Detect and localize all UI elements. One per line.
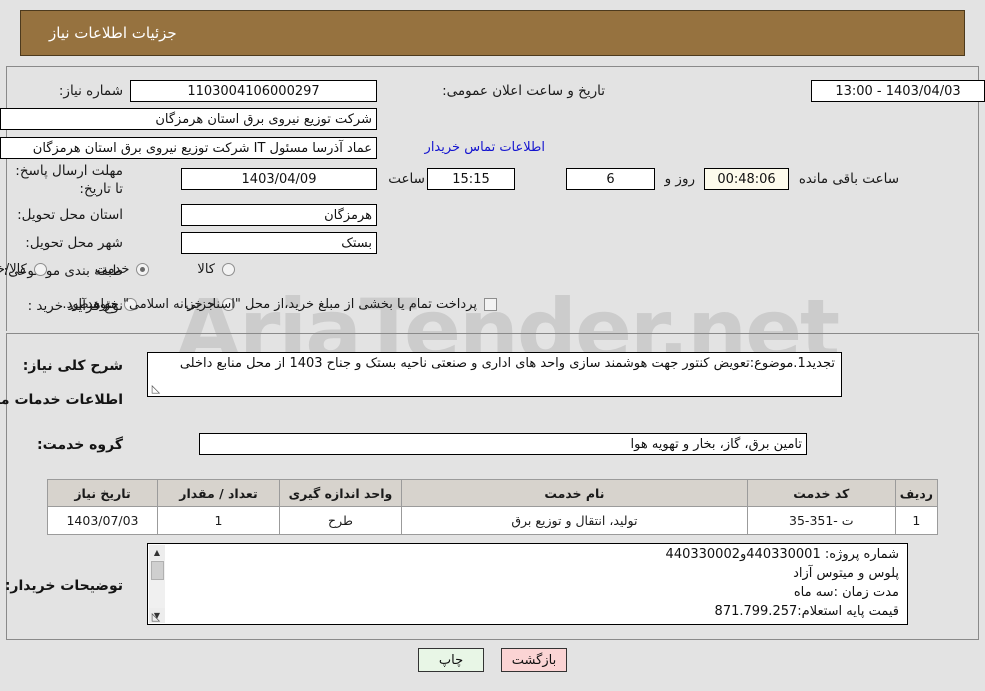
- cell-quantity: 1: [157, 506, 280, 535]
- radio-category-khedmat[interactable]: خدمت: [95, 262, 150, 277]
- table-header-row: ردیف کد خدمت نام خدمت واحد اندازه گیری ت…: [47, 479, 939, 507]
- city-label: شهر محل تحویل:: [25, 235, 123, 251]
- radio-label: خدمت: [94, 262, 130, 277]
- page-root: AriaTender.net جزئیات اطلاعات نیاز شماره…: [0, 0, 985, 691]
- back-button[interactable]: بازگشت: [501, 648, 567, 672]
- deadline-time-value: 15:15: [427, 168, 515, 190]
- checkbox-treasury-docs[interactable]: پرداخت تمام یا بخشی از مبلغ خرید،از محل …: [62, 297, 497, 312]
- cell-code: ت -351-35: [746, 506, 896, 535]
- table-row: 1 ت -351-35 تولید، انتقال و توزیع برق طر…: [47, 506, 939, 535]
- info-panel-frame: [6, 66, 979, 331]
- th-quantity: تعداد / مقدار: [157, 479, 280, 507]
- buyer-notes-box[interactable]: ▲ ▼ شماره پروژه: 440330001و440330002 پلو…: [147, 543, 908, 625]
- city-value: بستک: [181, 232, 377, 254]
- days-label: روز و: [664, 171, 695, 187]
- cell-unit: طرح: [279, 506, 402, 535]
- radio-label: کالا/خدمت: [0, 262, 27, 277]
- deadline-date-value: 1403/04/09: [181, 168, 377, 190]
- th-row: ردیف: [894, 479, 939, 507]
- resize-grip-icon[interactable]: ◺: [150, 611, 162, 623]
- remaining-days-value: 6: [566, 168, 655, 190]
- buyer-notes-line-3: مدت زمان :سه ماه: [793, 584, 899, 600]
- service-group-label: گروه خدمت:: [37, 437, 123, 453]
- page-title: جزئیات اطلاعات نیاز: [20, 10, 965, 56]
- radio-icon-selected[interactable]: [136, 263, 150, 276]
- buyer-notes-label: توضیحات خریدار:: [4, 578, 123, 594]
- buyer-notes-line-2: پلوس و میتوس آزاد: [793, 565, 899, 581]
- checkbox-label: پرداخت تمام یا بخشی از مبلغ خرید،از محل …: [62, 297, 477, 312]
- radio-category-kala[interactable]: کالا: [197, 262, 235, 277]
- button-bar: بازگشت چاپ: [0, 648, 985, 672]
- th-unit: واحد اندازه گیری: [279, 479, 402, 507]
- hour-label: ساعت: [388, 171, 425, 187]
- buyer-notes-line-1: شماره پروژه: 440330001و440330002: [665, 547, 899, 562]
- scrollbar-thumb[interactable]: [150, 561, 164, 580]
- checkbox-icon[interactable]: [484, 298, 497, 311]
- public-announce-value: 1403/04/03 - 13:00: [811, 80, 985, 102]
- countdown-label: ساعت باقی مانده: [798, 171, 899, 187]
- th-date: تاریخ نیاز: [47, 479, 158, 507]
- cell-name: تولید، انتقال و توزیع برق: [401, 506, 748, 535]
- creator-value: عماد آذرسا مسئول IT شرکت توزیع نیروی برق…: [0, 137, 377, 159]
- buyer-org-value: شرکت توزیع نیروی برق استان هرمزگان: [0, 108, 377, 130]
- services-section-heading: اطلاعات خدمات مورد نیاز: [0, 392, 123, 408]
- th-name: نام خدمت: [401, 479, 748, 507]
- buyer-contact-link[interactable]: اطلاعات تماس خریدار: [425, 140, 545, 155]
- cell-date: 1403/07/03: [47, 506, 158, 535]
- services-table: ردیف کد خدمت نام خدمت واحد اندازه گیری ت…: [47, 479, 939, 535]
- general-description-box[interactable]: تجدید1.موضوع:تعویض کنتور جهت هوشمند سازی…: [147, 352, 842, 397]
- print-button[interactable]: چاپ: [418, 648, 484, 672]
- page-title-text: جزئیات اطلاعات نیاز: [49, 24, 177, 42]
- deadline-label: مهلت ارسال پاسخ: تا تاریخ:: [15, 163, 123, 198]
- radio-icon[interactable]: [33, 263, 47, 276]
- service-group-value: تامین برق، گاز، بخار و تهویه هوا: [199, 433, 807, 455]
- radio-label: کالا: [197, 262, 215, 277]
- radio-category-kala-khedmat[interactable]: کالا/خدمت: [0, 262, 47, 277]
- th-code: کد خدمت: [746, 479, 896, 507]
- general-description-text: تجدید1.موضوع:تعویض کنتور جهت هوشمند سازی…: [179, 356, 835, 371]
- province-label: استان محل تحویل:: [17, 207, 123, 223]
- resize-grip-icon[interactable]: ◺: [150, 383, 162, 395]
- countdown-value: 00:48:06: [704, 168, 789, 190]
- province-value: هرمزگان: [181, 204, 377, 226]
- buyer-notes-line-4: قیمت پایه استعلام:871.799.257: [714, 603, 899, 619]
- scroll-up-icon[interactable]: ▲: [149, 545, 165, 560]
- radio-icon[interactable]: [222, 263, 235, 276]
- general-description-label: شرح کلی نیاز:: [22, 358, 123, 374]
- cell-row: 1: [894, 506, 939, 535]
